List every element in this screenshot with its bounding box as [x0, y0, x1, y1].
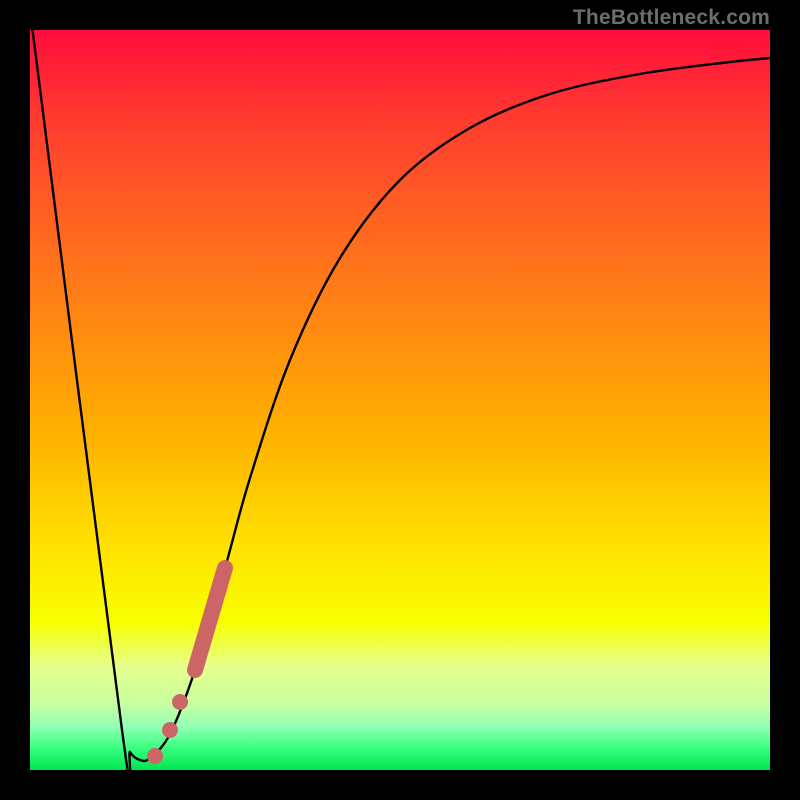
plot-area: [30, 30, 770, 770]
marker-dot-2: [147, 748, 163, 764]
curve-path: [30, 30, 770, 770]
watermark-label: TheBottleneck.com: [573, 6, 770, 30]
curve-svg: [30, 30, 770, 770]
highlight-segment: [195, 568, 225, 670]
marker-dot-1: [162, 722, 178, 738]
marker-dot-0: [172, 694, 188, 710]
chart-frame: TheBottleneck.com: [0, 0, 800, 800]
